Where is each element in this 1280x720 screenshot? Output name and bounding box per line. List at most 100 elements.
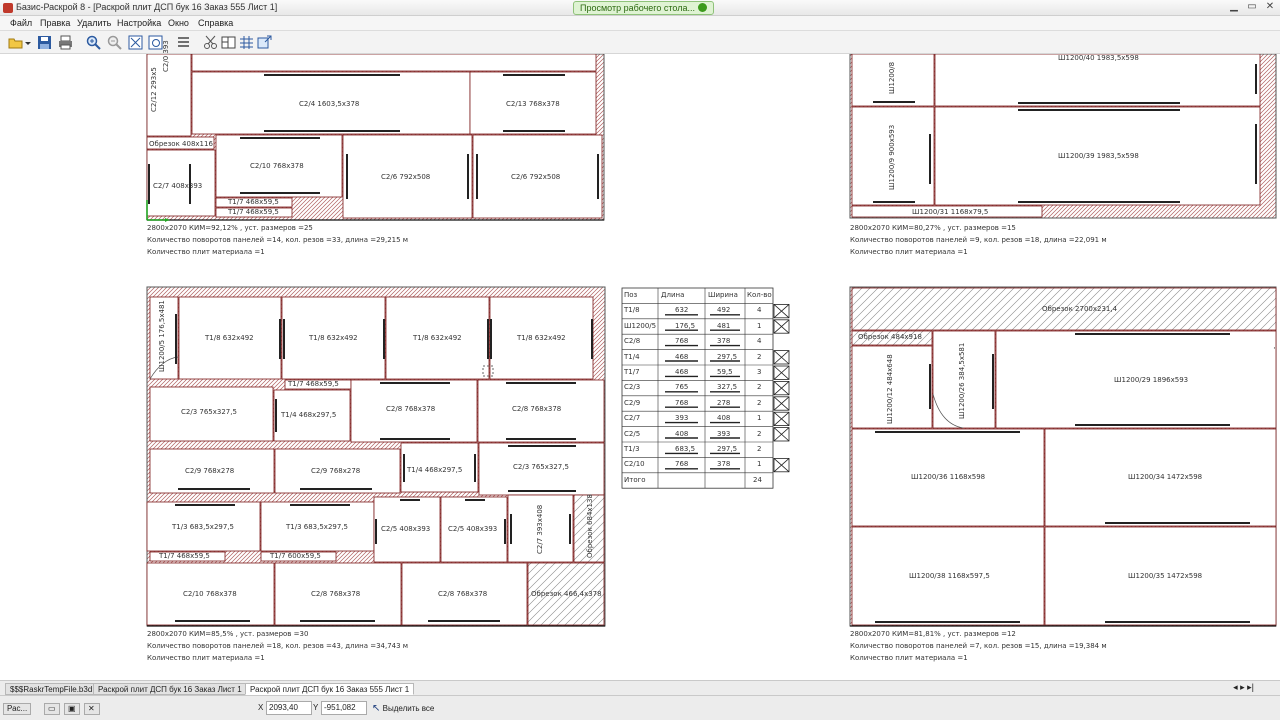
print-icon[interactable] xyxy=(58,35,73,50)
table-cell-pos: Т1/7 xyxy=(624,368,640,376)
list-icon[interactable] xyxy=(176,35,191,50)
part-label: Т1/7 468x59,5 xyxy=(228,198,279,206)
sheet-stats: Количество плит материала =1 xyxy=(850,654,968,662)
menu-window[interactable]: Окно xyxy=(168,18,189,28)
part-label: Т1/3 683,5x297,5 xyxy=(172,523,234,531)
table-cell-width: 278 xyxy=(717,398,731,407)
part-label: С2/8 768x378 xyxy=(438,590,488,598)
part-label: С2/12 293x5 xyxy=(150,67,158,112)
table-header: Длина xyxy=(661,291,685,299)
table-header: Ширина xyxy=(708,291,738,299)
table-cell-length: 683,5 xyxy=(675,445,696,453)
table-cell-qty: 3 xyxy=(757,368,762,376)
table-cell-length: 408 xyxy=(675,429,689,438)
sheet-2[interactable] xyxy=(849,53,1277,219)
menu-edit[interactable]: Правка xyxy=(40,18,70,28)
zoom-window-icon[interactable] xyxy=(148,35,163,50)
table-total-value: 24 xyxy=(753,475,762,484)
sheet-1[interactable] xyxy=(146,53,605,222)
table-cell-length: 768 xyxy=(675,398,689,407)
part-label: С2/9 768x278 xyxy=(311,467,361,475)
part-label: С2/5 408x393 xyxy=(381,525,431,533)
table-cell-qty: 2 xyxy=(757,445,762,453)
table-total-label: Итого xyxy=(624,475,646,484)
tab-sheet-order[interactable]: Раскрой плит ДСП бук 16 Заказ Лист 1 xyxy=(93,683,247,695)
close-button[interactable]: ✕ xyxy=(1264,1,1276,13)
part-label: Ш1200/12 484x648 xyxy=(886,354,894,424)
select-all-button[interactable]: ↖ Выделить все xyxy=(372,703,434,714)
part-label: С2/3 765x327,5 xyxy=(513,463,569,471)
table-cell-length: 768 xyxy=(675,460,689,469)
y-label: Y xyxy=(313,703,319,712)
layout-icon[interactable] xyxy=(221,35,236,50)
status-bar: Рас... ▭ ▣ ✕ X 2093,40 Y -951,082 ↖ Выде… xyxy=(0,695,1280,720)
sheet-stats: Количество поворотов панелей =14, кол. р… xyxy=(147,236,409,244)
part-label: Т1/8 632x492 xyxy=(413,334,462,342)
table-cell-qty: 4 xyxy=(757,337,762,346)
part-label: С2/13 768x378 xyxy=(506,100,560,108)
y-coordinate-field[interactable]: -951,082 xyxy=(321,701,367,715)
table-header: Поз xyxy=(624,291,638,299)
part-label: Обрезок 484x918 xyxy=(858,333,922,341)
table-cell-width: 327,5 xyxy=(717,383,738,392)
chevron-down-icon[interactable] xyxy=(24,35,32,50)
table-header: Кол-во xyxy=(747,291,772,299)
grid-icon[interactable] xyxy=(239,35,254,50)
table-cell-qty: 1 xyxy=(757,414,762,423)
sheet-stats: Количество поворотов панелей =7, кол. ре… xyxy=(850,642,1107,650)
export-icon[interactable] xyxy=(257,35,272,50)
cut-icon[interactable] xyxy=(203,35,218,50)
table-cell-pos: Ш1200/5 xyxy=(624,321,657,330)
tab-temp-file[interactable]: $$$RaskrTempFile.b3d xyxy=(5,683,98,695)
tab-sheet-555[interactable]: Раскрой плит ДСП бук 16 Заказ 555 Лист 1 xyxy=(245,683,415,695)
zoom-fit-icon[interactable] xyxy=(128,35,143,50)
part-label: Т1/7 468x59,5 xyxy=(228,208,279,216)
show-desktop-badge[interactable]: Просмотр рабочего стола... xyxy=(573,1,714,15)
sheet-stats: Количество поворотов панелей =18, кол. р… xyxy=(147,642,409,650)
table-cell-pos: Т1/4 xyxy=(624,352,640,361)
part-label: С2/7 408x393 xyxy=(153,182,203,190)
parts-table[interactable] xyxy=(621,287,790,489)
save-icon[interactable] xyxy=(37,35,52,50)
table-cell-width: 297,5 xyxy=(717,445,738,453)
table-cell-width: 492 xyxy=(717,306,731,315)
table-cell-width: 378 xyxy=(717,460,731,469)
title-bar: Базис-Раскрой 8 - [Раскрой плит ДСП бук … xyxy=(0,0,1280,16)
part-label: Т1/3 683,5x297,5 xyxy=(286,523,348,531)
table-cell-length: 176,5 xyxy=(675,321,696,330)
table-cell-qty: 2 xyxy=(757,429,762,438)
part-label: С2/10 768x378 xyxy=(183,590,237,598)
badge-label: Просмотр рабочего стола... xyxy=(580,3,695,13)
part-label: Обрезок 2700x231,4 xyxy=(1042,305,1118,313)
minimize-button[interactable]: ▁ xyxy=(1228,1,1240,13)
menu-delete[interactable]: Удалить xyxy=(77,18,111,28)
toolbar xyxy=(0,31,1280,54)
sheet-stats: Количество плит материала =1 xyxy=(147,248,265,256)
taskbar-app-button[interactable]: Рас... xyxy=(3,703,32,715)
table-cell-pos: С2/7 xyxy=(624,414,641,423)
part-label: Т1/7 468x59,5 xyxy=(159,552,210,560)
part-label: Ш1200/31 1168x79,5 xyxy=(912,208,989,216)
table-cell-qty: 4 xyxy=(757,306,762,315)
tab-scroll-arrows[interactable]: ◂ ▸ ▸| xyxy=(1233,682,1254,693)
maximize-button[interactable]: ▭ xyxy=(1246,1,1258,13)
menu-file[interactable]: Файл xyxy=(10,18,32,28)
part-label: Ш1200/29 1896x593 xyxy=(1114,376,1189,384)
part-label: С2/7 393x408 xyxy=(536,504,544,554)
zoom-in-icon[interactable] xyxy=(86,35,101,50)
table-cell-width: 378 xyxy=(717,337,731,346)
open-icon[interactable] xyxy=(8,35,23,50)
sheet-stats: 2800x2070 КИМ=81,81% , уст. размеров =12 xyxy=(850,630,1016,638)
table-cell-length: 468 xyxy=(675,368,689,376)
menu-help[interactable]: Справка xyxy=(198,18,233,28)
restore-icon[interactable]: ▭ xyxy=(44,703,60,715)
menu-settings[interactable]: Настройка xyxy=(117,18,161,28)
drawing-canvas[interactable]: С2/4 1603,5x378 С2/13 768x378 Обрезок 40… xyxy=(0,40,1280,680)
part-label: С2/8 768x378 xyxy=(311,590,361,598)
window-icon[interactable]: ▣ xyxy=(64,703,80,715)
x-coordinate-field[interactable]: 2093,40 xyxy=(266,701,312,715)
zoom-out-icon[interactable] xyxy=(107,35,122,50)
close-doc-icon[interactable]: ✕ xyxy=(84,703,100,715)
document-tabs: $$$RaskrTempFile.b3d Раскрой плит ДСП бу… xyxy=(0,680,1280,695)
table-cell-qty: 1 xyxy=(757,321,762,330)
